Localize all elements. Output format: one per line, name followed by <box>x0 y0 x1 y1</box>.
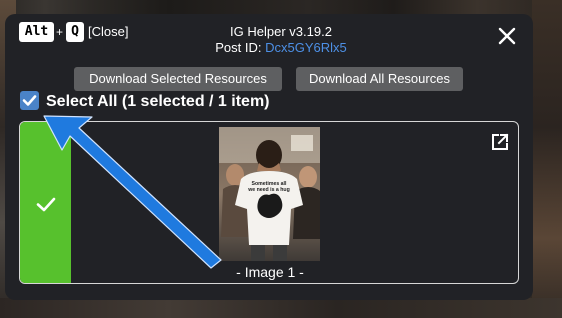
background-image-bottom <box>0 298 562 318</box>
alt-key-badge: Alt <box>19 22 54 42</box>
shirt-print-line2: we need is a hug <box>247 187 290 193</box>
open-in-new-icon[interactable] <box>490 132 510 152</box>
download-selected-button[interactable]: Download Selected Resources <box>74 67 282 91</box>
post-id-line: Post ID: Dcx5GY6Rlx5 <box>181 40 381 56</box>
select-all-label[interactable]: Select All (1 selected / 1 item) <box>46 92 270 112</box>
background-image-right <box>532 0 562 318</box>
resource-item-card: Sometimes all we need is a hug - Image 1… <box>19 121 519 284</box>
select-all-checkbox[interactable] <box>20 91 39 110</box>
close-shortcut-label: [Close] <box>88 24 129 39</box>
close-icon <box>498 27 516 45</box>
close-button[interactable] <box>497 26 517 46</box>
image-thumbnail[interactable]: Sometimes all we need is a hug <box>219 127 320 261</box>
post-id-link[interactable]: Dcx5GY6Rlx5 <box>265 40 347 55</box>
checkmark-icon <box>36 197 56 212</box>
q-key-badge: Q <box>66 22 84 42</box>
dialog-title: IG Helper v3.19.2 <box>230 24 332 39</box>
image-caption: - Image 1 - <box>236 264 304 280</box>
shortcut-plus: + <box>56 25 64 39</box>
item-select-toggle[interactable] <box>20 122 71 283</box>
download-all-button[interactable]: Download All Resources <box>296 67 463 91</box>
post-id-label: Post ID: <box>215 40 266 55</box>
checkbox-checked-icon <box>22 95 37 106</box>
